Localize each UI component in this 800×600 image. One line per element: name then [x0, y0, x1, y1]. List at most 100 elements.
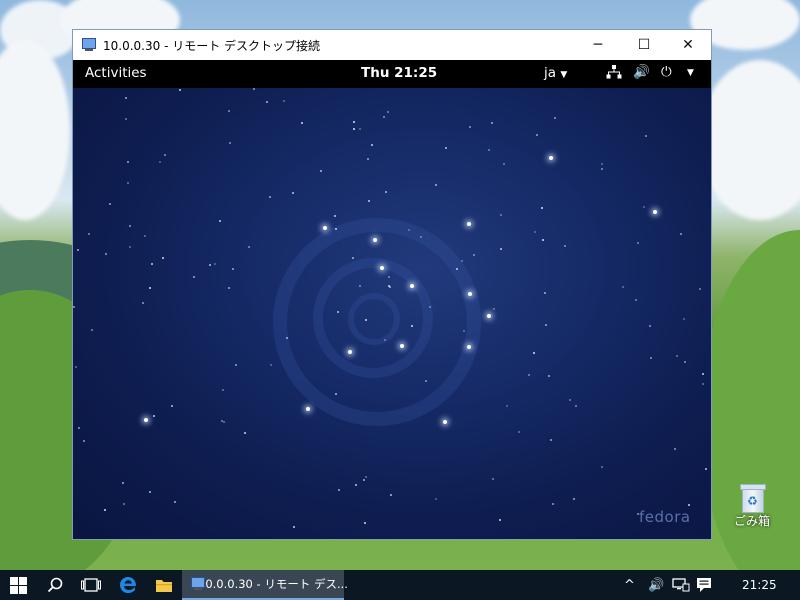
star [244, 432, 246, 434]
star [550, 439, 552, 441]
taskbar-remote-desktop[interactable]: 10.0.0.30 - リモート デス... [182, 570, 348, 600]
star [129, 225, 131, 227]
bright-star [410, 284, 414, 288]
activities-button[interactable]: Activities [85, 65, 147, 81]
star [153, 415, 155, 417]
star [338, 489, 340, 491]
star [425, 380, 427, 382]
show-hidden-icons-button[interactable]: ^ [624, 570, 635, 600]
taskbar-app-label: 10.0.0.30 - リモート デス... [198, 577, 348, 591]
star [292, 192, 294, 194]
minimize-button[interactable]: ─ [575, 30, 621, 60]
star [229, 142, 231, 144]
star [388, 276, 390, 278]
star [622, 286, 624, 288]
star [270, 364, 272, 366]
star [353, 121, 355, 123]
star [105, 253, 107, 255]
star [127, 182, 129, 184]
language-label: ja [544, 65, 557, 81]
star [367, 158, 369, 160]
star [674, 448, 676, 450]
chevron-down-icon: ▼ [560, 70, 568, 80]
star [463, 330, 465, 332]
star [702, 383, 704, 385]
star [223, 421, 225, 423]
star [542, 239, 544, 241]
start-button[interactable] [0, 570, 36, 600]
star [122, 482, 124, 484]
star [144, 235, 146, 237]
star [352, 257, 354, 259]
star [125, 118, 127, 120]
star [174, 501, 176, 503]
star [334, 215, 336, 217]
star [368, 200, 370, 202]
star [91, 329, 93, 331]
maximize-button[interactable]: ☐ [621, 30, 667, 60]
star [253, 88, 255, 90]
star [506, 405, 508, 407]
chevron-down-icon[interactable]: ▼ [687, 68, 694, 78]
search-button[interactable] [38, 570, 72, 600]
remote-desktop-window: 10.0.0.30 - リモート デスクトップ接続 ─ ☐ ✕ Activiti… [72, 29, 712, 540]
task-view-button[interactable] [74, 570, 108, 600]
power-icon[interactable]: ⏻ [661, 64, 672, 80]
star [491, 122, 493, 124]
star [554, 117, 556, 119]
star [353, 128, 355, 130]
recycle-bin-shortcut[interactable]: ♻ ごみ箱 [728, 482, 776, 529]
star [286, 337, 288, 339]
star [209, 264, 211, 266]
notification-icon [697, 578, 711, 592]
close-button[interactable]: ✕ [665, 30, 711, 60]
star [235, 364, 237, 366]
file-explorer-button[interactable] [146, 570, 182, 600]
star [337, 311, 339, 313]
star [123, 503, 125, 505]
remote-desktop-icon [81, 38, 97, 52]
network-icon [672, 578, 690, 592]
star [601, 466, 603, 468]
action-center-button[interactable] [696, 570, 712, 600]
star [162, 257, 164, 259]
star [552, 503, 554, 505]
tray-volume-button[interactable]: 🔊 [648, 570, 664, 600]
window-title: 10.0.0.30 - リモート デスクトップ接続 [103, 38, 321, 53]
gnome-top-bar: Activities Thu 21:25 ja ▼ 🔊 ⏻ ▼ [73, 60, 711, 88]
volume-icon: 🔊 [648, 577, 665, 593]
star [320, 170, 322, 172]
taskbar-clock[interactable]: 21:25 [742, 570, 777, 600]
clock-button[interactable]: Thu 21:25 [361, 65, 437, 81]
recycle-bin-icon: ♻ [738, 482, 766, 513]
star [688, 504, 690, 506]
network-icon[interactable] [606, 65, 622, 83]
star [445, 147, 447, 149]
star [541, 207, 543, 209]
fedora-logo-text: fedora [639, 508, 691, 526]
tray-network-button[interactable] [672, 570, 690, 600]
window-titlebar[interactable]: 10.0.0.30 - リモート デスクトップ接続 ─ ☐ ✕ [73, 30, 711, 60]
bright-star [487, 314, 491, 318]
star [564, 245, 566, 247]
star [702, 373, 704, 375]
star [528, 374, 530, 376]
language-menu[interactable]: ja ▼ [544, 65, 567, 81]
star [435, 184, 437, 186]
star [500, 214, 502, 216]
star [473, 254, 475, 256]
fedora-wallpaper: fedora [73, 88, 711, 539]
bright-star [467, 345, 471, 349]
star [221, 420, 223, 422]
star [684, 361, 686, 363]
star [575, 405, 577, 407]
star [676, 355, 678, 357]
star [635, 299, 637, 301]
edge-browser-button[interactable] [110, 570, 146, 600]
star [601, 168, 603, 170]
star [125, 97, 127, 99]
star [73, 306, 75, 308]
star [544, 292, 546, 294]
bright-star [306, 407, 310, 411]
volume-icon[interactable]: 🔊 [633, 64, 650, 80]
